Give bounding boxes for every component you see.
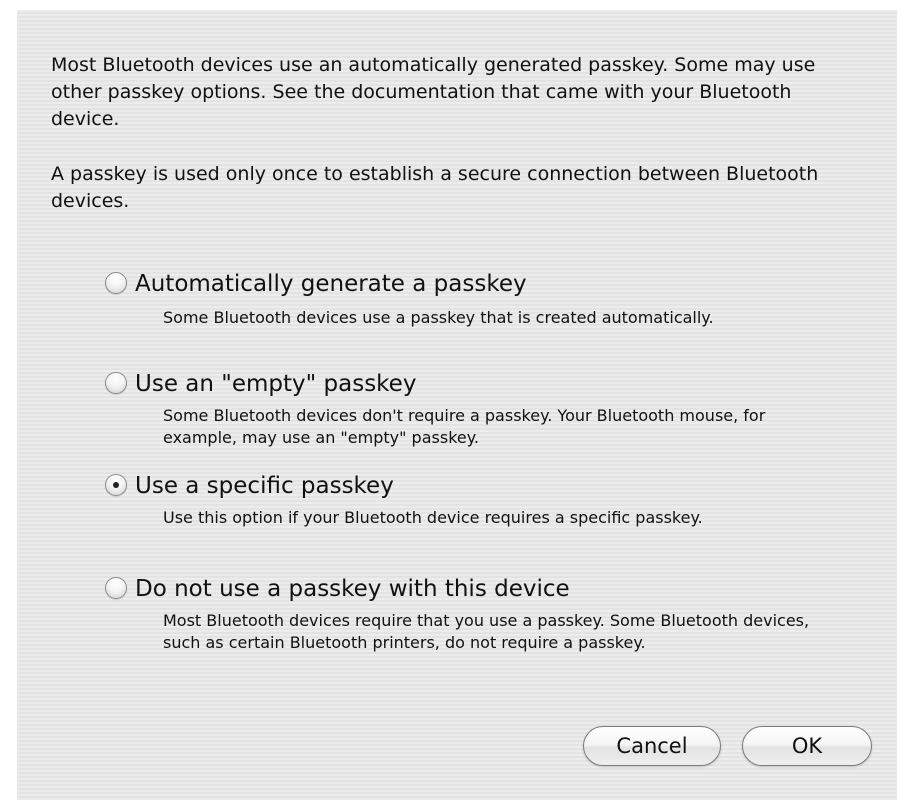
- ok-button[interactable]: OK: [742, 726, 872, 766]
- passkey-options-sheet: Most Bluetooth devices use an automatica…: [17, 10, 897, 800]
- radio-specific-passkey[interactable]: [105, 474, 127, 496]
- radio-auto-generate[interactable]: [105, 272, 127, 294]
- option-description: Most Bluetooth devices require that you …: [163, 611, 810, 652]
- radio-no-passkey[interactable]: [105, 577, 127, 599]
- option-description: Some Bluetooth devices don't require a p…: [163, 406, 766, 447]
- radio-empty-passkey[interactable]: [105, 372, 127, 394]
- option-label[interactable]: Automatically generate a passkey: [135, 269, 527, 299]
- intro-paragraph-2: A passkey is used only once to establish…: [51, 163, 819, 212]
- option-description: Use this option if your Bluetooth device…: [163, 508, 703, 527]
- option-label[interactable]: Do not use a passkey with this device: [135, 574, 570, 604]
- option-label[interactable]: Use an "empty" passkey: [135, 369, 416, 399]
- option-description: Some Bluetooth devices use a passkey tha…: [163, 308, 714, 327]
- intro-paragraph-1: Most Bluetooth devices use an automatica…: [51, 54, 816, 130]
- option-label[interactable]: Use a specific passkey: [135, 471, 394, 501]
- cancel-button[interactable]: Cancel: [583, 726, 721, 766]
